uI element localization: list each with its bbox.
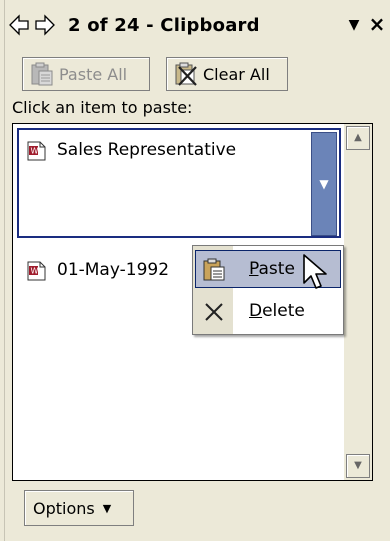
menu-item-label: Paste bbox=[249, 259, 295, 279]
chevron-down-icon: ▼ bbox=[319, 177, 329, 191]
instruction-text: Click an item to paste: bbox=[12, 98, 193, 117]
paste-all-button[interactable]: Paste All bbox=[22, 57, 150, 91]
task-pane-titlebar: 2 of 24 - Clipboard ▼ × bbox=[8, 8, 386, 48]
svg-text:W: W bbox=[31, 267, 39, 276]
delete-x-icon bbox=[201, 300, 227, 324]
menu-item-delete[interactable]: Delete bbox=[193, 292, 343, 332]
clipboard-item-label[interactable]: 01-May-1992 bbox=[57, 260, 169, 280]
options-label: Options bbox=[33, 498, 95, 518]
item-dropdown-button[interactable]: ▼ bbox=[311, 132, 337, 236]
mouse-pointer-icon bbox=[302, 253, 330, 291]
scroll-down-arrow-icon[interactable]: ▼ bbox=[346, 454, 370, 478]
clear-all-label: Clear All bbox=[203, 64, 270, 84]
clipboard-item-selected[interactable]: W Sales Representative ▼ bbox=[17, 128, 341, 238]
close-icon[interactable]: × bbox=[368, 10, 386, 40]
back-arrow-icon[interactable] bbox=[8, 10, 30, 40]
clear-all-icon bbox=[173, 61, 199, 87]
paste-all-label: Paste All bbox=[59, 64, 128, 84]
pane-title: 2 of 24 - Clipboard bbox=[68, 15, 260, 36]
pane-menu-dropdown-icon[interactable]: ▼ bbox=[345, 10, 363, 40]
clear-all-button[interactable]: Clear All bbox=[166, 57, 288, 91]
pane-frame-edge bbox=[0, 0, 5, 541]
scroll-up-arrow-icon[interactable]: ▲ bbox=[346, 126, 370, 150]
paste-icon bbox=[201, 258, 227, 282]
word-clip-icon: W bbox=[25, 138, 49, 162]
paste-all-icon bbox=[29, 61, 55, 87]
chevron-down-icon: ▼ bbox=[102, 501, 112, 515]
vertical-scrollbar[interactable]: ▲ ▼ bbox=[344, 124, 372, 480]
options-button[interactable]: Options ▼ bbox=[24, 490, 134, 526]
word-clip-icon: W bbox=[25, 258, 49, 282]
menu-item-label: Delete bbox=[249, 301, 305, 321]
forward-arrow-icon[interactable] bbox=[34, 10, 56, 40]
clipboard-item-label: Sales Representative bbox=[57, 140, 237, 160]
svg-text:W: W bbox=[31, 147, 39, 156]
